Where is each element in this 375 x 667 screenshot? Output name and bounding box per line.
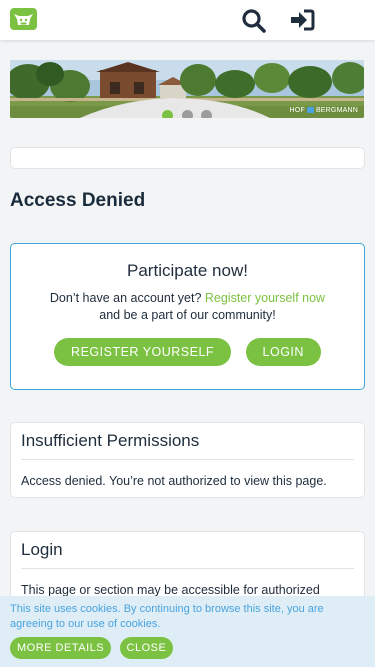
page-title: Access Denied: [10, 190, 146, 211]
cookie-message: This site uses cookies. By continuing to…: [10, 603, 324, 630]
cow-head-icon[interactable]: [10, 8, 37, 30]
register-button[interactable]: REGISTER YOURSELF: [54, 338, 232, 366]
top-navigation-bar: [0, 0, 375, 40]
slider-dot-1[interactable]: [162, 110, 174, 118]
sign-in-icon[interactable]: [289, 9, 315, 36]
participate-panel: Participate now! Don’t have an account y…: [10, 243, 365, 390]
slider-dot-3[interactable]: [200, 110, 212, 118]
search-icon[interactable]: [241, 8, 267, 39]
login-button[interactable]: LOGIN: [245, 338, 321, 366]
more-details-button[interactable]: MORE DETAILS: [10, 637, 112, 659]
close-button[interactable]: CLOSE: [119, 637, 174, 659]
participate-heading: Participate now!: [127, 261, 248, 280]
card-message: Access denied. You’re not authorized to …: [21, 474, 327, 488]
image-slider[interactable]: HOF BERGMANN: [10, 60, 364, 118]
card-title: Login: [21, 540, 63, 559]
empty-panel: [10, 147, 365, 169]
cookie-notice: This site uses cookies. By continuing to…: [0, 596, 375, 667]
card-title: Insufficient Permissions: [21, 431, 200, 450]
register-link[interactable]: Register yourself now: [205, 291, 325, 305]
participate-text: Don’t have an account yet? Register your…: [49, 291, 326, 322]
insufficient-permissions-card: Insufficient Permissions Access denied. …: [10, 422, 365, 498]
banner-brand-logo: HOF BERGMANN: [289, 107, 358, 114]
slider-dot-2[interactable]: [181, 110, 193, 118]
